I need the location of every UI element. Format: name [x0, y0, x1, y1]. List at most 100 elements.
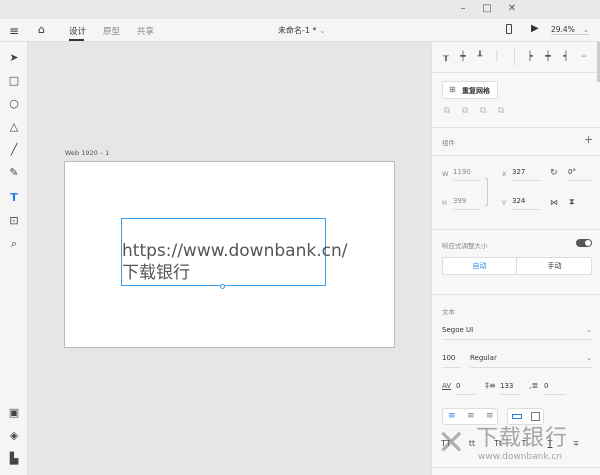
flip-horizontal-icon[interactable]: ⋈ — [550, 198, 558, 207]
resize-handle[interactable] — [220, 284, 225, 289]
character-spacing-icon: AV — [442, 382, 452, 390]
line-tool-icon[interactable]: ╱ — [7, 143, 21, 157]
character-spacing-input[interactable]: 0 — [456, 382, 477, 395]
zoom-value: 29.4% — [551, 25, 575, 34]
divider — [514, 48, 515, 66]
active-tab-indicator — [69, 39, 84, 41]
resize-mode-segmented: 自动 手动 — [442, 257, 592, 275]
text-layer[interactable]: https://www.downbank.cn/ 下载银行 — [122, 240, 348, 284]
distribute-vertical-icon[interactable]: ┆ — [491, 51, 503, 63]
close-button[interactable]: ✕ — [505, 3, 519, 14]
select-tool-icon[interactable]: ➤ — [7, 51, 21, 65]
rotation-input[interactable]: 0° — [568, 168, 592, 181]
x-label: X — [502, 170, 507, 178]
divider — [432, 229, 600, 230]
auto-width-icon[interactable] — [512, 414, 522, 419]
ellipse-tool-icon[interactable]: ○ — [7, 97, 21, 111]
divider — [432, 72, 600, 73]
font-family-select[interactable]: Segoe UI ⌄ — [442, 326, 592, 340]
flip-vertical-icon[interactable]: ⧗ — [569, 197, 575, 207]
boolean-intersect-icon[interactable]: ⧉ — [477, 105, 489, 117]
tab-share[interactable]: 共享 — [137, 25, 154, 37]
artboard-label[interactable]: Web 1920 – 1 — [65, 149, 109, 157]
boolean-subtract-icon[interactable]: ⧉ — [459, 105, 471, 117]
maximize-button[interactable]: □ — [480, 3, 494, 14]
hamburger-icon[interactable]: ≡ — [9, 24, 19, 38]
x-input[interactable]: 327 — [512, 168, 540, 181]
align-middle-icon[interactable]: ┿ — [457, 51, 469, 63]
divider — [432, 155, 600, 156]
paragraph-spacing-icon: ,≣ — [529, 381, 539, 390]
tab-design[interactable]: 设计 — [69, 25, 86, 37]
assets-icon[interactable]: ▙ — [7, 452, 21, 466]
divider — [432, 467, 600, 468]
line-spacing-input[interactable]: 133 — [500, 382, 520, 395]
chevron-down-icon: ⌄ — [586, 354, 592, 362]
height-label: H — [442, 199, 447, 207]
repeat-grid-button[interactable]: ⊞ 重复网格 — [442, 81, 498, 99]
watermark-text: 下载银行 — [476, 426, 569, 451]
font-size-input[interactable]: 100 — [442, 354, 461, 368]
watermark-url: www.downbank.cn — [478, 452, 563, 462]
text-line-1: https://www.downbank.cn/ — [122, 241, 348, 261]
document-title[interactable]: 未命名-1 * ⌄ — [278, 25, 326, 36]
align-bottom-icon[interactable]: ┸ — [474, 51, 486, 63]
repeat-grid-label: 重复网格 — [462, 87, 490, 95]
responsive-toggle[interactable] — [576, 239, 592, 247]
font-family-value: Segoe UI — [442, 326, 474, 334]
chevron-down-icon: ⌄ — [586, 326, 592, 334]
title-bar: – □ ✕ — [0, 0, 600, 19]
lock-aspect-icon[interactable] — [485, 178, 488, 206]
align-left-icon[interactable]: ≡ — [448, 411, 456, 421]
boolean-add-icon[interactable]: ⧉ — [441, 105, 453, 117]
layers-icon[interactable]: ◈ — [7, 429, 21, 443]
width-label: W — [442, 170, 449, 178]
width-input[interactable]: 1190 — [453, 168, 480, 181]
align-top-icon[interactable]: ┰ — [440, 51, 452, 63]
align-center-icon[interactable]: ┿ — [542, 51, 554, 63]
y-label: Y — [502, 199, 506, 207]
watermark-logo: ✕ — [437, 423, 466, 463]
y-input[interactable]: 324 — [512, 197, 540, 210]
triangle-tool-icon[interactable]: △ — [7, 120, 21, 134]
rotate-icon: ↻ — [550, 168, 558, 178]
auto-button[interactable]: 自动 — [443, 258, 517, 274]
zoom-tool-icon[interactable]: ⌕ — [7, 237, 21, 251]
tab-prototype[interactable]: 原型 — [103, 25, 120, 37]
chevron-down-icon: ⌄ — [319, 26, 326, 35]
pen-tool-icon[interactable]: ✎ — [7, 166, 21, 180]
text-line-2: 下载银行 — [122, 263, 190, 283]
fixed-size-icon[interactable] — [531, 412, 540, 421]
line-spacing-icon: ‡≡ — [485, 381, 496, 390]
text-box-group — [507, 408, 544, 425]
grid-icon: ⊞ — [449, 85, 456, 94]
add-component-button[interactable]: + — [584, 133, 593, 146]
property-inspector: ┰ ┿ ┸ ┆ ┝ ┿ ┥ ═ ⊞ 重复网格 ⧉ ⧉ ⧉ ⧉ 组件 + W 11… — [431, 42, 600, 475]
minimize-button[interactable]: – — [456, 3, 470, 14]
align-right-edge-icon[interactable]: ┥ — [560, 51, 572, 63]
text-section-label: 文本 — [442, 308, 455, 316]
home-icon[interactable]: ⌂ — [38, 23, 45, 36]
toolbar: ➤ □ ○ △ ╱ ✎ T ⊡ ⌕ ▣ ◈ ▙ — [0, 42, 28, 475]
responsive-resize-label: 响应式调整大小 — [442, 242, 488, 250]
device-preview-icon[interactable] — [506, 24, 512, 34]
font-weight-select[interactable]: Regular ⌄ — [470, 354, 592, 368]
distribute-horizontal-icon[interactable]: ═ — [578, 51, 590, 63]
paragraph-spacing-input[interactable]: 0 — [544, 382, 566, 395]
zoom-select[interactable]: 29.4% ⌄ — [551, 25, 589, 35]
strikethrough-icon[interactable]: ∓ — [570, 438, 582, 450]
manual-button[interactable]: 手动 — [518, 258, 591, 274]
text-tool-icon[interactable]: T — [7, 191, 21, 205]
align-center-icon[interactable]: ≡ — [467, 411, 475, 421]
artboard-tool-icon[interactable]: ⊡ — [7, 214, 21, 228]
align-left-edge-icon[interactable]: ┝ — [524, 51, 536, 63]
align-right-icon[interactable]: ≡ — [486, 411, 494, 421]
height-input[interactable]: 399 — [453, 197, 480, 210]
boolean-exclude-icon[interactable]: ⧉ — [495, 105, 507, 117]
divider — [432, 127, 600, 128]
play-icon[interactable]: ▶ — [531, 23, 539, 34]
rectangle-tool-icon[interactable]: □ — [7, 74, 21, 88]
doc-title-text: 未命名-1 * — [278, 26, 317, 35]
top-bar: ≡ ⌂ 设计 原型 共享 未命名-1 * ⌄ ▶ 29.4% ⌄ — [0, 19, 600, 42]
plugins-icon[interactable]: ▣ — [7, 406, 21, 420]
